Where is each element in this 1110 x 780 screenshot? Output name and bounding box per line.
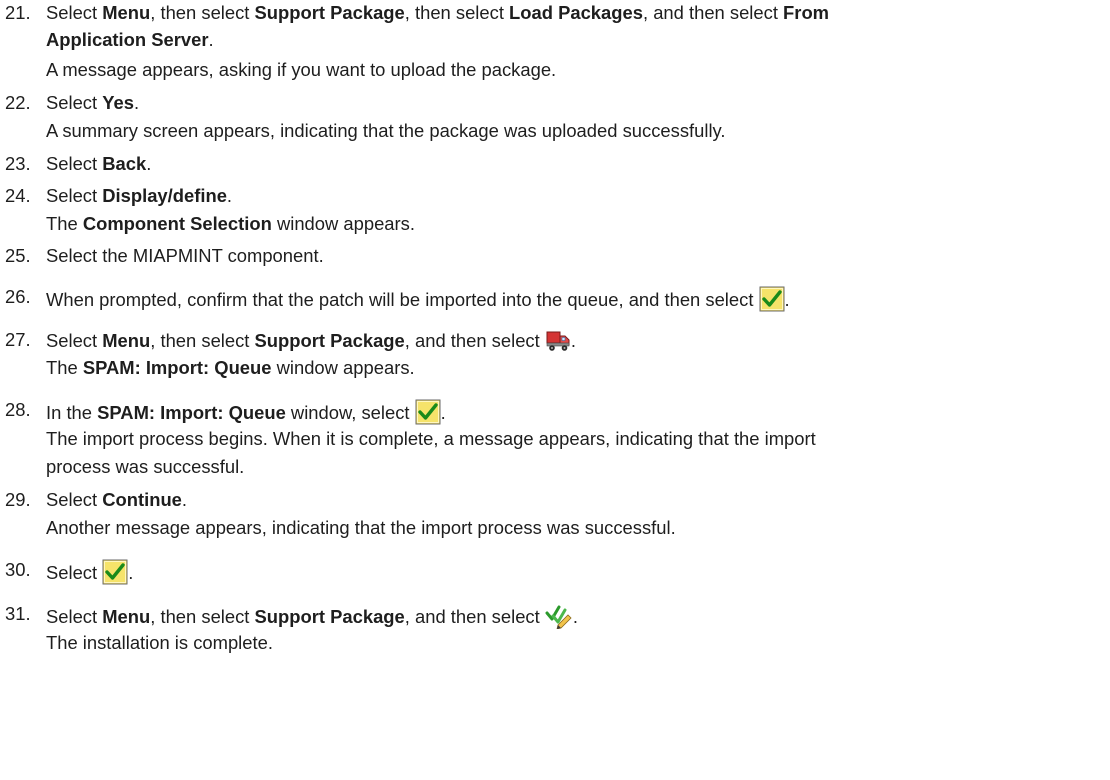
step-text-line: Another message appears, indicating that…: [46, 517, 676, 539]
step-text: Select: [46, 562, 103, 583]
step-text: window appears.: [271, 357, 415, 378]
step-text: Select: [46, 185, 103, 206]
step-text-line: Select Continue.: [46, 489, 187, 511]
ui-term: Yes: [102, 92, 134, 113]
step-text-line: Select Menu, then select Support Package…: [46, 603, 578, 634]
step-text-line: In the SPAM: Import: Queue window, selec…: [46, 399, 446, 430]
ui-term: Support Package: [254, 2, 405, 23]
step-text: , and then select: [404, 606, 545, 627]
ui-term: Back: [102, 153, 147, 174]
step-text: .: [784, 289, 790, 310]
step-text: .: [226, 185, 233, 206]
step-text: Select: [46, 330, 103, 351]
checkmark-icon: [102, 559, 128, 590]
ui-term: Load Packages: [509, 2, 643, 23]
step-text-line: The SPAM: Import: Queue window appears.: [46, 357, 415, 379]
step-text: process was successful.: [46, 456, 245, 477]
step-text: , and then select: [642, 2, 784, 23]
step-text-line: Application Server.: [46, 29, 214, 51]
ui-term: Display/define: [102, 185, 227, 206]
step-text: When prompted, confirm that the patch wi…: [46, 289, 759, 310]
step-text-line: The installation is complete.: [46, 632, 273, 654]
ui-term: Continue: [102, 489, 182, 510]
step-text-line: process was successful.: [46, 456, 244, 478]
step-text-line: Select the MIAPMINT component.: [46, 245, 324, 267]
ui-term: Application Server: [46, 29, 209, 50]
step-text-line: Select Display/define.: [46, 185, 232, 207]
step-text: The: [46, 213, 83, 234]
step-text-line: A summary screen appears, indicating tha…: [46, 120, 725, 142]
step-text: .: [133, 92, 140, 113]
step-number: 21.: [5, 2, 31, 23]
step-text: , then select: [404, 2, 510, 23]
step-number: 26.: [5, 286, 31, 307]
truck-icon: [545, 329, 571, 358]
step-number: 23.: [5, 153, 31, 174]
step-text: .: [128, 562, 134, 583]
ui-term: Menu: [102, 330, 151, 351]
checkmark-icon: [759, 286, 785, 317]
step-text-line: Select .: [46, 559, 133, 590]
ui-term: SPAM: Import: Queue: [82, 357, 272, 378]
step-text: .: [208, 29, 214, 50]
step-text-line: A message appears, asking if you want to…: [46, 59, 556, 81]
step-text: The: [46, 357, 83, 378]
step-text: .: [570, 330, 576, 351]
step-text: .: [181, 489, 188, 510]
ui-term: From: [783, 2, 830, 23]
step-text: , then select: [150, 2, 255, 23]
step-text-line: The Component Selection window appears.: [46, 213, 415, 235]
step-number: 22.: [5, 92, 31, 113]
step-text: Select the MIAPMINT component.: [46, 245, 324, 266]
step-number: 29.: [5, 489, 31, 510]
step-text: The import process begins. When it is co…: [46, 428, 816, 449]
step-text: window, select: [285, 402, 415, 423]
step-text: .: [146, 153, 152, 174]
instruction-steps: 21. Select Menu, then select Support Pack…: [0, 0, 1110, 780]
step-text: The installation is complete.: [46, 632, 273, 653]
step-text-line: When prompted, confirm that the patch wi…: [46, 286, 790, 317]
step-number: 25.: [5, 245, 31, 266]
step-text: , and then select: [404, 330, 545, 351]
step-text: , then select: [150, 330, 255, 351]
step-number: 27.: [5, 329, 31, 350]
step-text: Select: [46, 489, 103, 510]
ui-term: Support Package: [254, 606, 405, 627]
step-text: Select: [46, 2, 103, 23]
ui-term: Support Package: [254, 330, 405, 351]
step-text: .: [440, 402, 446, 423]
step-text-line: Select Yes.: [46, 92, 139, 114]
ui-term: Component Selection: [82, 213, 272, 234]
checkmark-icon: [415, 399, 441, 430]
step-number: 24.: [5, 185, 31, 206]
step-text: Select: [46, 606, 103, 627]
ui-term: Menu: [102, 606, 151, 627]
confirm-queue-icon: [545, 603, 573, 634]
step-text-line: The import process begins. When it is co…: [46, 428, 816, 450]
step-number: 30.: [5, 559, 31, 580]
step-text: Select: [46, 92, 103, 113]
step-text: A message appears, asking if you want to…: [46, 59, 557, 80]
ui-term: SPAM: Import: Queue: [97, 402, 286, 423]
step-text-line: Select Menu, then select Support Package…: [46, 2, 829, 24]
step-number: 28.: [5, 399, 31, 420]
ui-term: Menu: [102, 2, 151, 23]
step-text-line: Select Menu, then select Support Package…: [46, 329, 576, 358]
step-text: window appears.: [271, 213, 415, 234]
step-text: A summary screen appears, indicating tha…: [46, 120, 726, 141]
step-text: , then select: [150, 606, 255, 627]
step-text: In the: [46, 402, 98, 423]
step-text: Another message appears, indicating that…: [46, 517, 676, 538]
step-text: Select: [46, 153, 103, 174]
step-text-line: Select Back.: [46, 153, 151, 175]
step-text: .: [572, 606, 578, 627]
step-number: 31.: [5, 603, 31, 624]
